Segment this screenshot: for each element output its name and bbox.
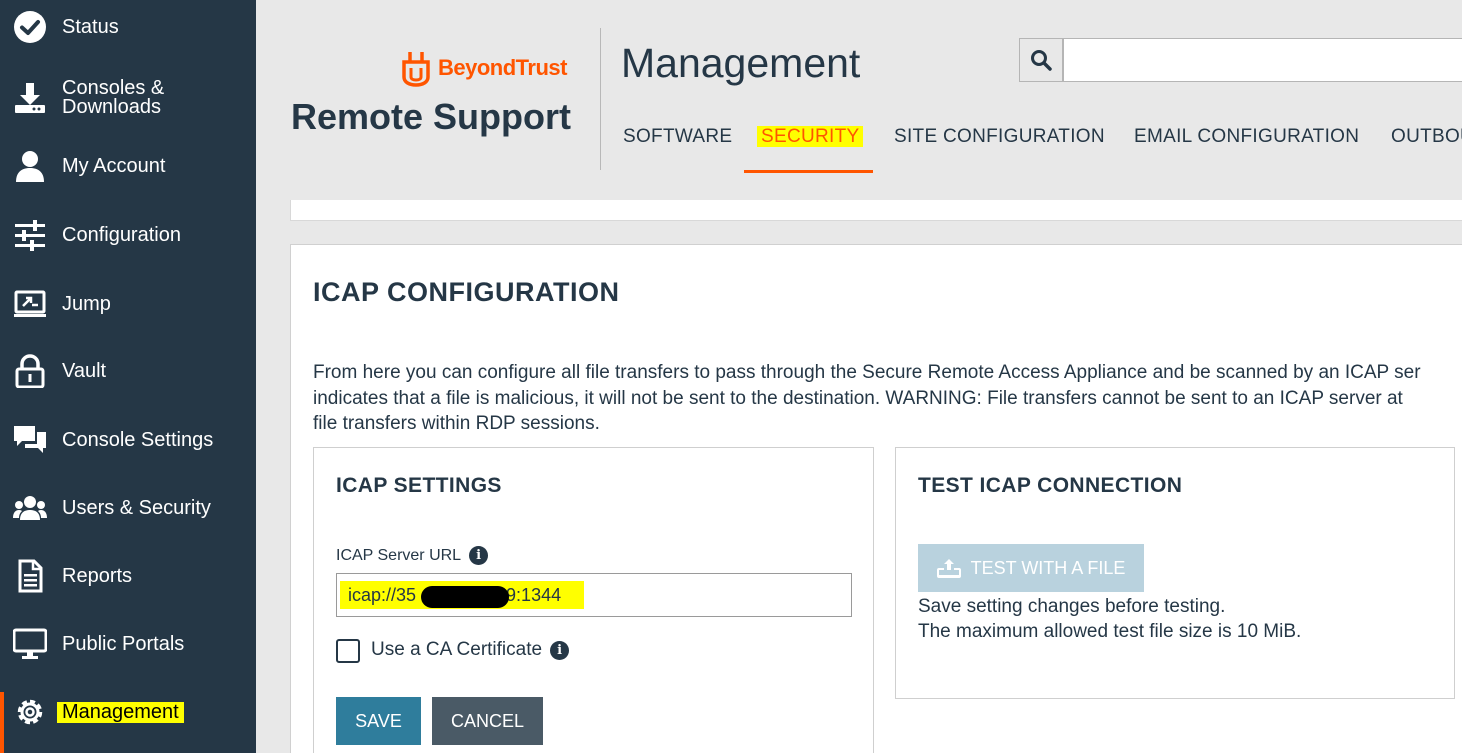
sidebar-item-label: Jump (62, 293, 111, 315)
tab-email-configuration[interactable]: EMAIL CONFIGURATION (1134, 126, 1359, 148)
brand-logo: BeyondTrust (400, 49, 567, 87)
sliders-icon (12, 217, 48, 253)
sidebar-item-label: Vault (62, 360, 107, 382)
tab-outbound[interactable]: OUTBOU (1391, 126, 1462, 148)
ca-certificate-label: Use a CA Certificate i (371, 639, 570, 661)
monitor-icon (12, 626, 48, 662)
sidebar: Status Consoles & Downloads My Account C… (0, 0, 256, 753)
icap-server-url-input[interactable]: icap://35 9:1344 (336, 573, 852, 617)
download-icon (12, 80, 48, 116)
page-title: Management (621, 40, 861, 86)
icap-settings-card: ICAP SETTINGS ICAP Server URL i icap://3… (313, 447, 874, 753)
active-tab-indicator (744, 170, 873, 173)
sidebar-item-label-line2: Downloads (62, 96, 161, 118)
user-icon (12, 148, 48, 184)
cancel-button[interactable]: CANCEL (432, 697, 543, 745)
sidebar-item-label: Public Portals (62, 633, 185, 655)
section-description: From here you can configure all file tra… (313, 362, 1421, 434)
sidebar-item-label: Configuration (62, 224, 181, 246)
test-note-save: Save setting changes before testing. (918, 596, 1226, 617)
chat-icon (12, 422, 48, 458)
sidebar-item-label: Users & Security (62, 497, 211, 519)
upload-icon (936, 559, 961, 578)
main-content: ICAP CONFIGURATION From here you can con… (256, 200, 1462, 753)
search-icon (1031, 50, 1052, 71)
tab-software[interactable]: SOFTWARE (623, 126, 732, 148)
sidebar-item-label: Management (57, 702, 184, 723)
section-title: ICAP CONFIGURATION (313, 277, 620, 307)
info-icon[interactable]: i (550, 640, 570, 660)
sidebar-item-label: Console Settings (62, 429, 214, 451)
icap-configuration-panel: ICAP CONFIGURATION From here you can con… (290, 244, 1462, 753)
search-input[interactable] (1063, 38, 1462, 82)
sidebar-item-label: Reports (62, 565, 133, 587)
sidebar-item-label: Status (62, 16, 119, 38)
report-icon (12, 558, 48, 594)
info-icon[interactable]: i (469, 546, 489, 565)
header: BeyondTrust Remote Support Management SO… (256, 0, 1462, 200)
tab-site-configuration[interactable]: SITE CONFIGURATION (894, 126, 1105, 148)
test-note-size: The maximum allowed test file size is 10… (918, 621, 1302, 642)
card-title: ICAP SETTINGS (336, 474, 502, 497)
use-ca-certificate-checkbox[interactable] (336, 639, 360, 663)
previous-panel-edge (290, 200, 1462, 221)
tab-bar: SOFTWARE SECURITY SITE CONFIGURATION EMA… (256, 126, 1462, 176)
redaction-mark (421, 586, 509, 608)
test-with-a-file-button[interactable]: TEST WITH A FILE (918, 544, 1144, 592)
icap-server-url-label: ICAP Server URL i (336, 546, 489, 565)
gear-icon (12, 694, 48, 730)
brand-name: BeyondTrust (438, 55, 567, 80)
card-title: TEST ICAP CONNECTION (918, 474, 1183, 497)
sidebar-item-label: My Account (62, 155, 166, 177)
search-button[interactable] (1019, 38, 1063, 82)
beyondtrust-logo-icon (402, 52, 430, 87)
test-icap-connection-card: TEST ICAP CONNECTION TEST WITH A FILE Sa… (895, 447, 1455, 699)
tab-security[interactable]: SECURITY (757, 126, 864, 148)
jump-icon (12, 286, 48, 322)
users-icon (12, 490, 48, 526)
check-circle-icon (12, 9, 48, 45)
save-button[interactable]: SAVE (336, 697, 421, 745)
lock-icon (12, 353, 48, 389)
